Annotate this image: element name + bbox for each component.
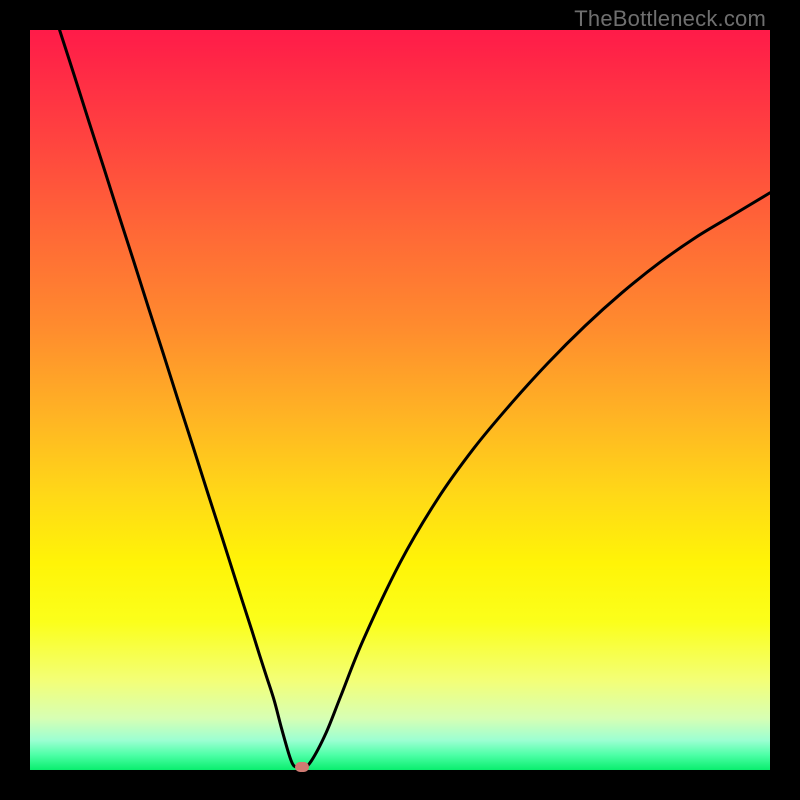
chart-frame: TheBottleneck.com: [0, 0, 800, 800]
optimal-point-marker: [295, 762, 309, 772]
plot-area: [30, 30, 770, 770]
bottleneck-curve: [30, 30, 770, 770]
curve-path: [60, 30, 770, 768]
watermark-text: TheBottleneck.com: [574, 6, 766, 32]
